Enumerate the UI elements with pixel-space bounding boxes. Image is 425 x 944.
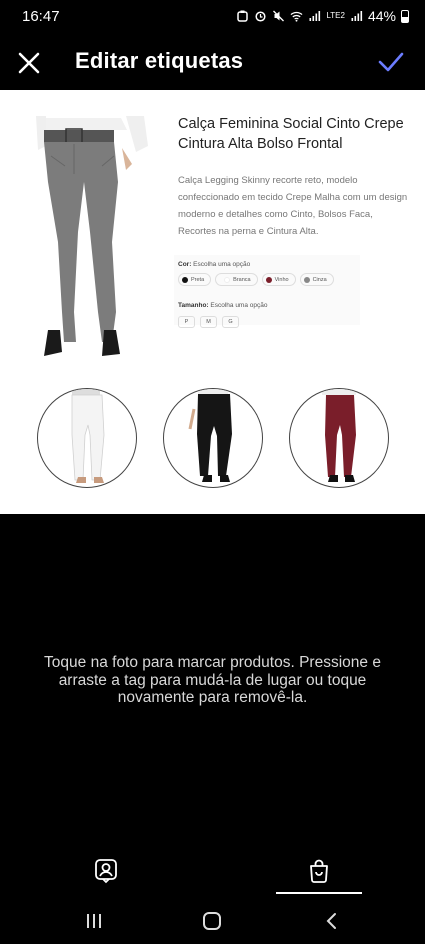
- home-button[interactable]: [192, 908, 232, 934]
- header: Editar etiquetas: [0, 40, 425, 84]
- variant-circle-wine: [289, 388, 389, 488]
- product-description: Calça Legging Skinny recorte reto, model…: [178, 175, 408, 237]
- variant-circle-black: [163, 388, 263, 488]
- model-main-image: [36, 116, 148, 356]
- recents-button[interactable]: [74, 908, 114, 934]
- wine-pants-image: [322, 389, 356, 482]
- mute-icon: [273, 10, 285, 22]
- signal-icon: [309, 11, 321, 21]
- battery-icon: [401, 9, 409, 23]
- shopping-bag-icon: [310, 859, 328, 883]
- product-photo[interactable]: Calça Feminina Social Cinto Crepe Cintur…: [0, 90, 425, 514]
- signal-icon-2: [351, 11, 363, 21]
- color-chip-cinza[interactable]: Cinza: [299, 273, 334, 286]
- color-chip-preta[interactable]: Preta: [178, 273, 212, 286]
- size-hint: Escolha uma opção: [210, 302, 268, 309]
- back-icon: [326, 913, 336, 929]
- close-icon[interactable]: [16, 50, 42, 76]
- status-icons: LTE2 44%: [236, 8, 409, 24]
- color-chip-label: Preta: [191, 276, 205, 283]
- page-title: Editar etiquetas: [75, 48, 244, 73]
- color-chip-label: Vinho: [274, 276, 289, 283]
- alarm-icon: [255, 11, 266, 22]
- person-tag-icon: [95, 859, 117, 884]
- product-tag-tab[interactable]: [289, 852, 349, 894]
- network-type: LTE2: [326, 11, 345, 20]
- system-navbar: [0, 902, 425, 938]
- check-icon[interactable]: [377, 50, 405, 74]
- status-time: 16:47: [22, 7, 60, 25]
- wifi-icon: [290, 11, 303, 22]
- color-option-label: Cor: Escolha uma opção: [178, 261, 250, 268]
- recents-icon: [87, 914, 101, 928]
- active-tab-indicator: [276, 892, 362, 894]
- color-chip-branca[interactable]: Branca: [215, 273, 258, 286]
- back-button[interactable]: [312, 908, 352, 934]
- size-option-label: Tamanho: Escolha uma opção: [178, 302, 267, 309]
- size-chip-p[interactable]: P: [178, 316, 195, 328]
- color-hint: Escolha uma opção: [193, 261, 251, 268]
- color-label: Cor:: [178, 261, 192, 268]
- color-options: Preta Branca Vinho Cinza: [178, 273, 334, 286]
- notification-icon: [237, 10, 249, 22]
- home-icon: [203, 912, 221, 930]
- color-chip-vinho[interactable]: Vinho: [261, 273, 296, 286]
- tag-tabs: [0, 852, 425, 894]
- color-chip-label: Branca: [233, 276, 251, 283]
- size-chip-m[interactable]: M: [200, 316, 217, 328]
- product-title: Calça Feminina Social Cinto Crepe Cintur…: [178, 116, 404, 152]
- variant-circle-white: [37, 388, 137, 488]
- tag-hint-text: Toque na foto para marcar produtos. Pres…: [44, 654, 381, 706]
- black-pants-image: [188, 389, 232, 482]
- color-chip-label: Cinza: [312, 276, 327, 283]
- white-pants-image: [71, 389, 105, 483]
- battery-percent: 44%: [367, 8, 396, 24]
- people-tag-tab[interactable]: [76, 852, 136, 894]
- size-options: P M G: [178, 316, 239, 328]
- size-chip-g[interactable]: G: [222, 316, 239, 328]
- status-bar: 16:47 LTE2 44%: [0, 0, 425, 32]
- size-label: Tamanho:: [178, 302, 209, 309]
